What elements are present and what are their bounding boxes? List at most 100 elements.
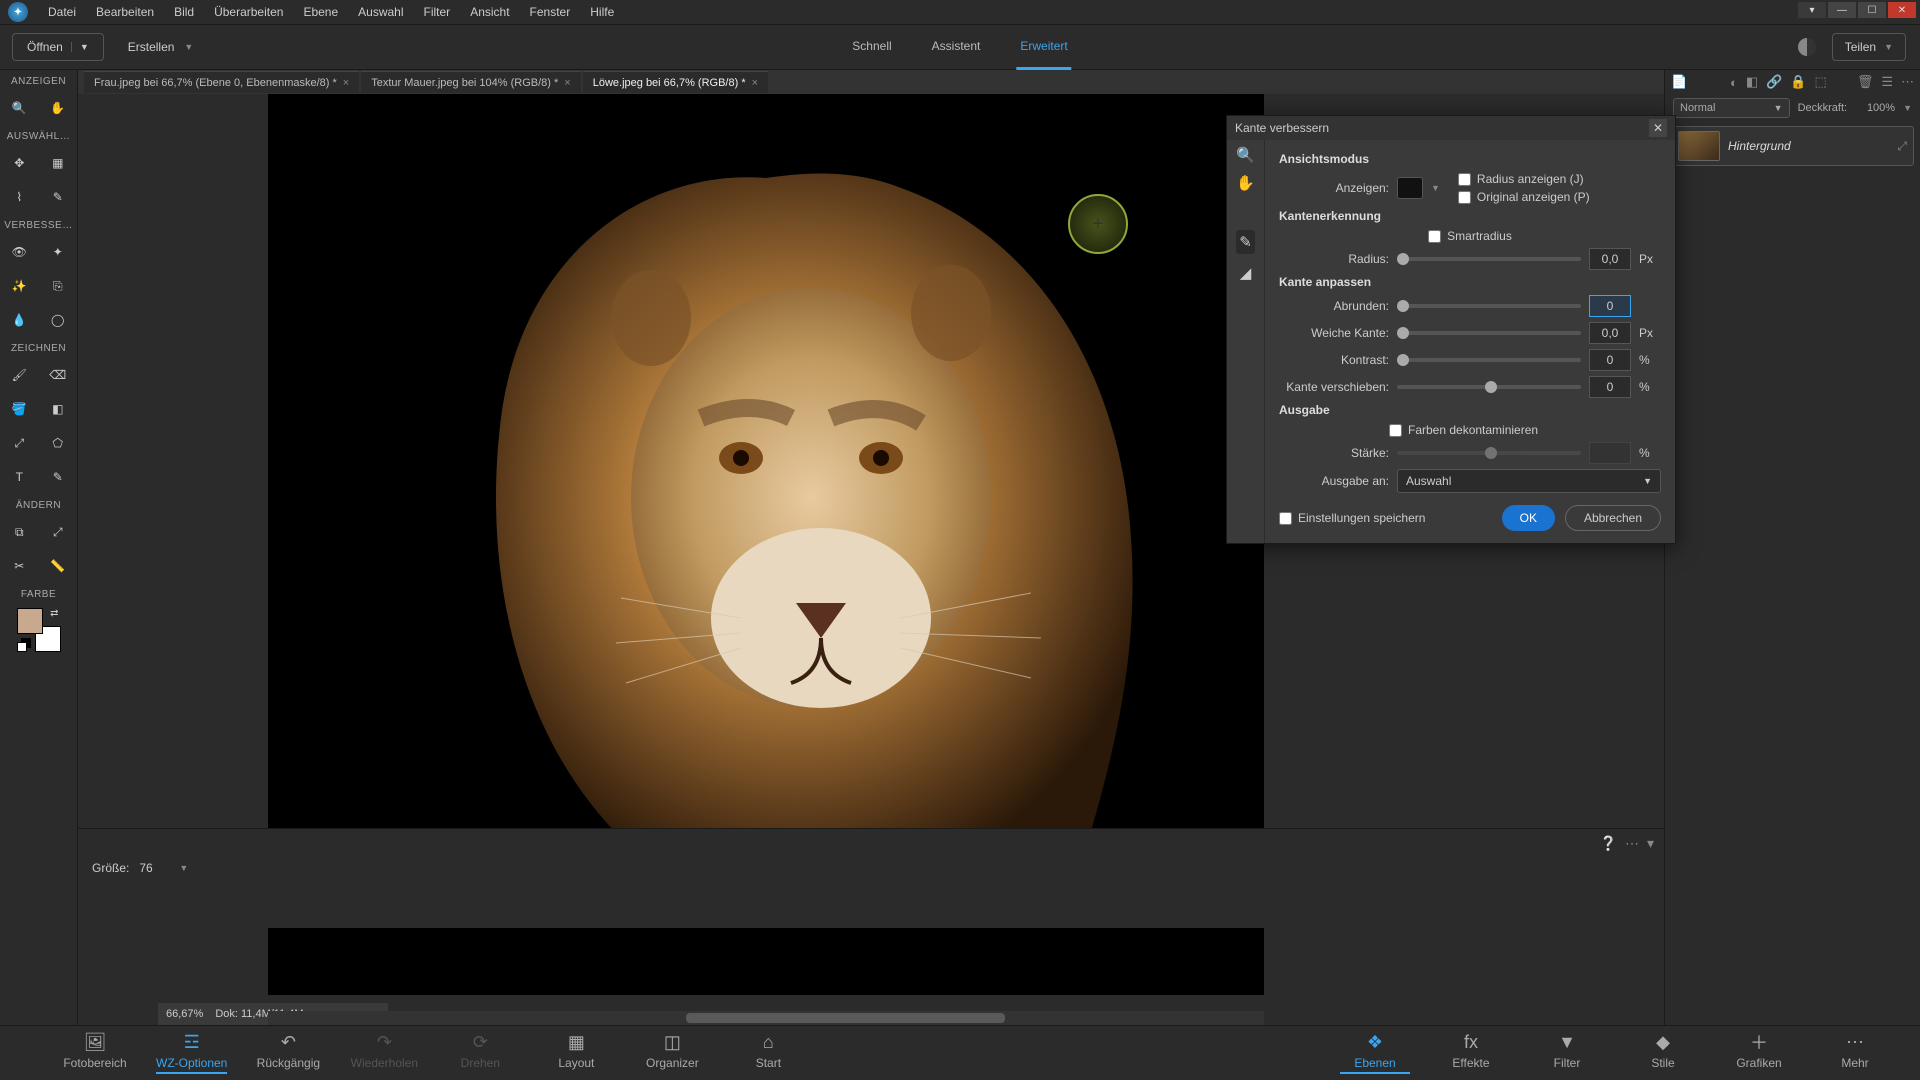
more-icon[interactable]: ☰ <box>1881 74 1893 90</box>
eraser-tool-icon[interactable]: ⌫ <box>39 358 78 392</box>
menu-datei[interactable]: Datei <box>38 1 86 23</box>
help-icon[interactable]: ❔ <box>1600 835 1617 852</box>
dialog-titlebar[interactable]: Kante verbessern ✕ <box>1227 116 1675 140</box>
eyedropper-tool-icon[interactable]: ⤢ <box>0 426 39 460</box>
decontaminate-checkbox[interactable]: Farben dekontaminieren <box>1389 423 1538 437</box>
more-icon[interactable]: ⋯ <box>1625 835 1639 852</box>
recompose-tool-icon[interactable]: ⤢ <box>39 515 78 549</box>
chevron-down-icon[interactable]: ▼ <box>1431 183 1440 193</box>
mask-icon[interactable]: ◐ <box>1730 75 1738 90</box>
adjustment-icon[interactable]: ◧ <box>1746 74 1758 90</box>
brush-tool-icon[interactable]: 🖌 <box>0 358 39 392</box>
more-button[interactable]: ⋯Mehr <box>1820 1032 1890 1074</box>
menu-bild[interactable]: Bild <box>164 1 204 23</box>
dialog-close-icon[interactable]: ✕ <box>1649 119 1667 137</box>
theme-toggle-icon[interactable] <box>1798 38 1816 56</box>
fill-tool-icon[interactable]: 🪣 <box>0 392 39 426</box>
layers-button[interactable]: ❖Ebenen <box>1340 1032 1410 1074</box>
scrollbar-thumb[interactable] <box>686 1013 1005 1023</box>
foreground-color-swatch[interactable] <box>17 608 43 634</box>
graphics-button[interactable]: ＋Grafiken <box>1724 1032 1794 1074</box>
window-minimize-icon[interactable]: — <box>1828 2 1856 18</box>
crop-tool-icon[interactable]: ⧉ <box>0 515 39 549</box>
save-settings-checkbox[interactable]: Einstellungen speichern <box>1279 511 1425 525</box>
trash-icon[interactable]: 🗑 <box>1857 74 1874 90</box>
spot-heal-tool-icon[interactable]: ✦ <box>39 235 78 269</box>
content-move-tool-icon[interactable]: ✂ <box>0 549 39 583</box>
undo-button[interactable]: ↶Rückgängig <box>253 1032 323 1074</box>
menu-auswahl[interactable]: Auswahl <box>348 1 413 23</box>
menu-ansicht[interactable]: Ansicht <box>460 1 519 23</box>
zoom-tool-icon[interactable]: 🔍 <box>1236 146 1255 164</box>
marquee-tool-icon[interactable]: ▦ <box>39 146 78 180</box>
pencil-tool-icon[interactable]: ✎ <box>39 460 78 494</box>
chevron-down-icon[interactable]: ▼ <box>179 863 188 873</box>
window-close-icon[interactable]: ✕ <box>1888 2 1916 18</box>
blend-mode-select[interactable]: Normal ▼ <box>1673 98 1790 118</box>
smart-radius-checkbox[interactable]: Smartradius <box>1428 229 1512 243</box>
doc-tab-loewe[interactable]: Löwe.jpeg bei 66,7% (RGB/8) * × <box>583 71 768 93</box>
menu-filter[interactable]: Filter <box>414 1 461 23</box>
text-tool-icon[interactable]: T <box>0 460 39 494</box>
close-icon[interactable]: × <box>564 77 570 89</box>
chevron-down-icon[interactable]: ▼ <box>1903 103 1912 113</box>
window-collapse-icon[interactable]: ▾ <box>1798 2 1826 18</box>
start-button[interactable]: ⌂Start <box>733 1032 803 1074</box>
chevron-down-icon[interactable]: ▼ <box>184 42 193 52</box>
smooth-value[interactable]: 0 <box>1589 295 1631 317</box>
styles-button[interactable]: ◆Stile <box>1628 1032 1698 1074</box>
swap-colors-icon[interactable]: ⇄ <box>50 608 58 619</box>
tab-advanced[interactable]: Erweitert <box>1016 25 1071 70</box>
window-maximize-icon[interactable]: ☐ <box>1858 2 1886 18</box>
share-button[interactable]: Teilen ▼ <box>1832 33 1906 61</box>
organizer-button[interactable]: ◫Organizer <box>637 1032 707 1074</box>
hand-tool-icon[interactable]: ✋ <box>39 91 78 125</box>
strength-slider[interactable] <box>1397 451 1581 455</box>
contrast-slider[interactable] <box>1397 358 1581 362</box>
quick-select-tool-icon[interactable]: ✎ <box>39 180 78 214</box>
layout-button[interactable]: ▦Layout <box>541 1032 611 1074</box>
redeye-tool-icon[interactable]: 👁 <box>0 235 39 269</box>
chevron-down-icon[interactable]: ▼ <box>1884 42 1893 52</box>
shift-slider[interactable] <box>1397 385 1581 389</box>
default-colors-icon[interactable] <box>17 642 27 652</box>
original-show-checkbox[interactable]: Original anzeigen (P) <box>1458 190 1661 204</box>
layer-thumbnail[interactable] <box>1678 131 1720 161</box>
layer-item-hintergrund[interactable]: Hintergrund ⤢ <box>1671 126 1914 166</box>
tool-options-button[interactable]: ☲WZ-Optionen <box>156 1032 227 1074</box>
straighten-tool-icon[interactable]: 📏 <box>39 549 78 583</box>
view-mode-thumb[interactable] <box>1397 177 1423 199</box>
new-layer-icon[interactable]: 📄 <box>1671 74 1687 90</box>
gradient-tool-icon[interactable]: ◧ <box>39 392 78 426</box>
move-tool-icon[interactable]: ✥ <box>0 146 39 180</box>
menu-hilfe[interactable]: Hilfe <box>580 1 624 23</box>
shift-value[interactable]: 0 <box>1589 376 1631 398</box>
menu-ueberarbeiten[interactable]: Überarbeiten <box>204 1 293 23</box>
close-icon[interactable]: × <box>343 77 349 89</box>
output-to-select[interactable]: Auswahl ▼ <box>1397 469 1661 493</box>
hand-tool-icon[interactable]: ✋ <box>1236 174 1255 192</box>
menu-ebene[interactable]: Ebene <box>293 1 348 23</box>
layer-name[interactable]: Hintergrund <box>1728 139 1791 153</box>
feather-value[interactable]: 0,0 <box>1589 322 1631 344</box>
fx-icon[interactable]: ⬚ <box>1815 74 1827 90</box>
menu-fenster[interactable]: Fenster <box>520 1 581 23</box>
redo-button[interactable]: ↷Wiederholen <box>349 1032 419 1074</box>
radius-show-checkbox[interactable]: Radius anzeigen (J) <box>1458 172 1661 186</box>
photo-bin-button[interactable]: 🖼Fotobereich <box>60 1032 130 1074</box>
erase-refine-icon[interactable]: ◢ <box>1240 264 1252 282</box>
doc-tab-frau[interactable]: Frau.jpeg bei 66,7% (Ebene 0, Ebenenmask… <box>84 71 359 93</box>
link-icon[interactable]: 🔗 <box>1766 74 1782 90</box>
menu-bearbeiten[interactable]: Bearbeiten <box>86 1 164 23</box>
opacity-value[interactable]: 100% <box>1855 102 1895 114</box>
feather-slider[interactable] <box>1397 331 1581 335</box>
lasso-tool-icon[interactable]: ⌇ <box>0 180 39 214</box>
open-button[interactable]: Öffnen ▼ <box>12 33 104 61</box>
effects-button[interactable]: fxEffekte <box>1436 1032 1506 1074</box>
ok-button[interactable]: OK <box>1502 505 1555 531</box>
close-icon[interactable]: × <box>752 77 758 89</box>
shape-tool-icon[interactable]: ⬠ <box>39 426 78 460</box>
doc-tab-textur[interactable]: Textur Mauer.jpeg bei 104% (RGB/8) * × <box>361 71 581 93</box>
tab-quick[interactable]: Schnell <box>848 25 895 70</box>
cancel-button[interactable]: Abbrechen <box>1565 505 1661 531</box>
